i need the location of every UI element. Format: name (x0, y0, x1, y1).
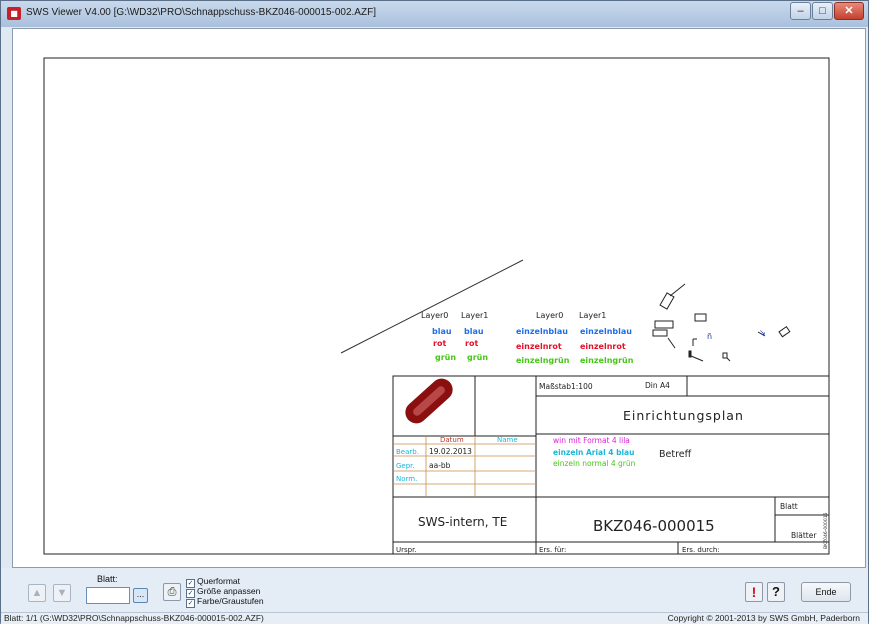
gepr-label: Gepr. (396, 462, 415, 470)
text-gruen: grün (435, 353, 456, 362)
blatt-label: Blatt: (97, 574, 118, 584)
drawing-sheet: Layer0 Layer1 Layer0 Layer1 blau blau ro… (43, 57, 830, 555)
col-name: Name (497, 436, 518, 444)
layer-label: Layer1 (579, 311, 606, 320)
arrow-down-icon[interactable]: ▼ (53, 584, 71, 602)
checkbox-label: Farbe/Graustufen (197, 596, 264, 606)
company-name: SWS-intern, TE (418, 515, 507, 529)
gepr-value: aa-bb (429, 461, 451, 470)
text-rot: rot (465, 339, 478, 348)
company-logo (405, 378, 453, 424)
bottom-toolbar (1, 568, 868, 613)
urspr-label: Urspr. (396, 546, 417, 554)
drawing-number: BKZ046-000015 (593, 517, 715, 535)
symbol-glyph: ↘ (759, 328, 766, 337)
plan-title: Einrichtungsplan (623, 408, 744, 423)
alert-button[interactable]: ! (745, 582, 763, 602)
line-magenta: win mit Format 4 lila (553, 436, 630, 445)
text-einzelnrot: einzelnrot (516, 342, 562, 351)
layer-label: Layer1 (461, 311, 488, 320)
text-einzelnrot: einzelnrot (580, 342, 626, 351)
ers-fuer-label: Ers. für: (539, 546, 566, 554)
bearb-date: 19.02.2013 (429, 447, 472, 456)
format-value: Din A4 (645, 381, 670, 390)
text-einzelngruen: einzelngrün (580, 356, 634, 365)
blatt-input[interactable] (86, 587, 130, 604)
close-button[interactable]: ✕ (834, 2, 864, 20)
checkbox-farbe[interactable]: ✓ Farbe/Graustufen (186, 596, 264, 608)
massstab-value: 1:100 (571, 382, 593, 391)
bearb-label: Bearb. (396, 448, 419, 456)
app-logo-icon: ■ (7, 7, 21, 20)
massstab-label: Maßstab (539, 382, 571, 391)
text-blau: blau (464, 327, 484, 336)
text-gruen: grün (467, 353, 488, 362)
maximize-button[interactable]: □ (812, 2, 833, 20)
title-bar: ■ SWS Viewer V4.00 [G:\WD32\PRO\Schnapps… (1, 1, 868, 27)
viewer-window: ■ SWS Viewer V4.00 [G:\WD32\PRO\Schnapps… (0, 0, 869, 624)
text-rot: rot (433, 339, 446, 348)
betreff: Betreff (659, 449, 692, 460)
diagonal-line (340, 259, 524, 354)
blaetter-cell: Blätter (791, 531, 817, 540)
col-datum: Datum (440, 436, 464, 444)
text-einzelnblau: einzelnblau (580, 327, 632, 336)
sheet-border (43, 57, 830, 555)
line-green: einzeln normal 4 grün (553, 459, 636, 468)
text-blau: blau (432, 327, 452, 336)
checkbox-label: Querformat (197, 576, 240, 586)
text-einzelnblau: einzelnblau (516, 327, 568, 336)
help-button[interactable]: ? (767, 582, 785, 602)
text-einzelngruen: einzelngrün (516, 356, 570, 365)
drawing-canvas[interactable]: Layer0 Layer1 Layer0 Layer1 blau blau ro… (12, 28, 866, 568)
layer-label: Layer0 (536, 311, 563, 320)
checkbox-box[interactable]: ✓ (186, 599, 195, 608)
printer-icon[interactable]: ⎙ (163, 583, 181, 601)
layer-label: Layer0 (421, 311, 448, 320)
symbol-glyph: ñ (707, 332, 712, 341)
status-bar: Blatt: 1/1 (G:\WD32\PRO\Schnappschuss-BK… (1, 612, 868, 624)
arrow-up-icon[interactable]: ▲ (28, 584, 46, 602)
ers-durch-label: Ers. durch: (682, 546, 720, 554)
checkbox-label: Größe anpassen (197, 586, 261, 596)
ende-button[interactable]: Ende (801, 582, 851, 602)
minimize-button[interactable]: – (790, 2, 811, 20)
blatt-cell: Blatt (780, 502, 798, 511)
furniture-symbols (652, 283, 791, 362)
browse-button[interactable]: ... (133, 588, 148, 603)
side-code: BKZ046-000015 (823, 512, 829, 549)
line-blue: einzeln Arial 4 blau (553, 448, 634, 457)
norm-label: Norm. (396, 475, 417, 483)
window-title: SWS Viewer V4.00 [G:\WD32\PRO\Schnappsch… (26, 7, 376, 18)
